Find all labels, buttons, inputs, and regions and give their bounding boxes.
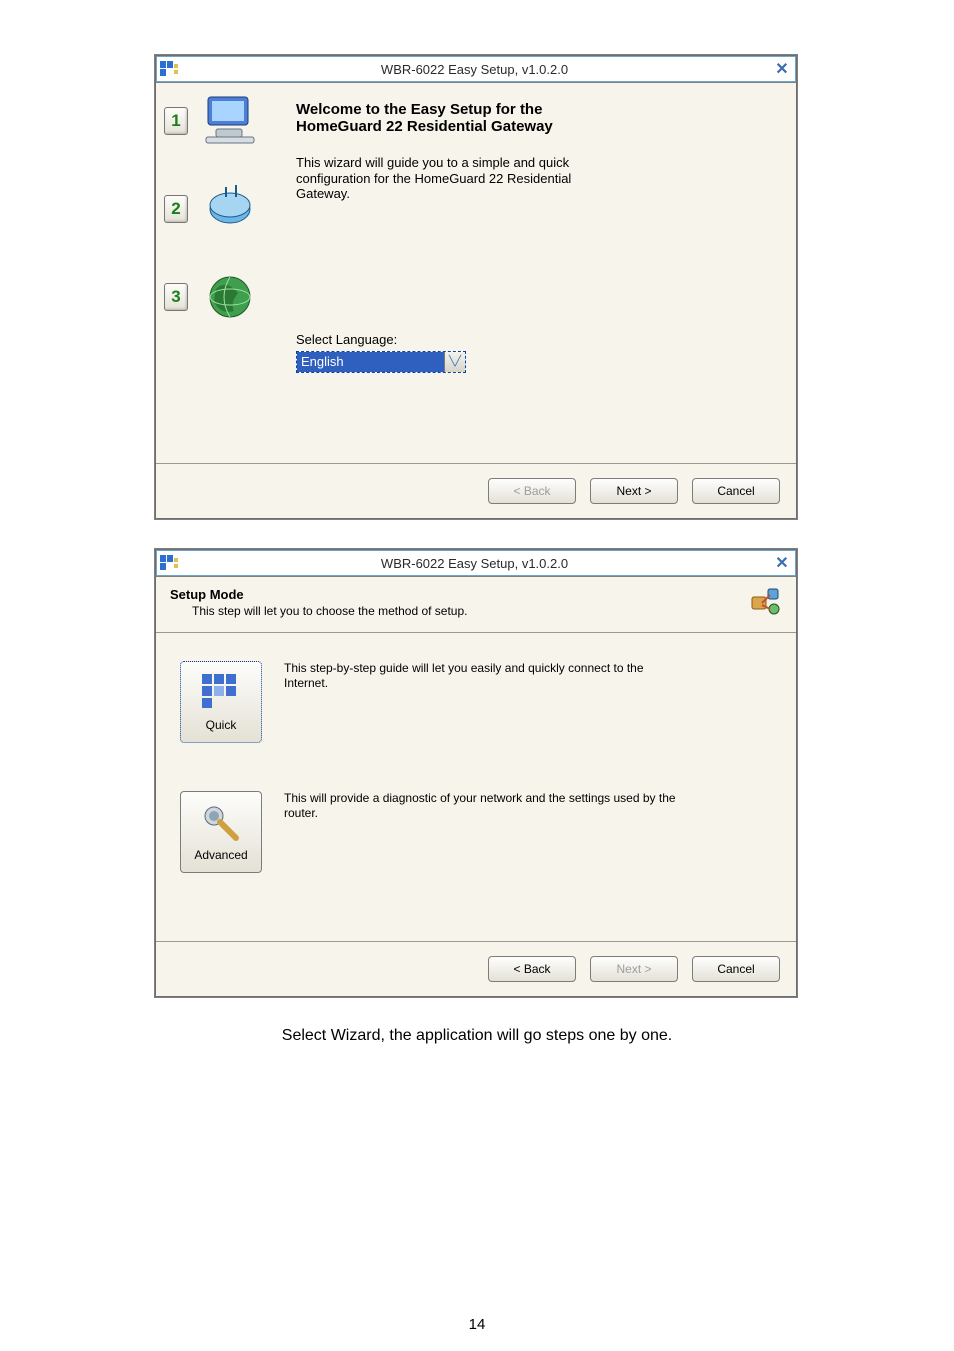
cancel-button[interactable]: Cancel [692,956,780,982]
language-select-value: English [297,352,444,372]
page-subtitle: This step will let you to choose the met… [192,604,748,618]
next-button[interactable]: Next > [590,478,678,504]
globe-icon [202,271,258,323]
close-icon[interactable]: ✕ [771,553,793,573]
titlebar: WBR-6022 Easy Setup, v1.0.2.0 ✕ [156,550,796,577]
quick-mode-description: This step-by-step guide will let you eas… [284,661,776,691]
wizard-steps-panel: 1 2 [156,83,286,463]
router-icon [202,183,258,235]
language-label: Select Language: [296,332,774,347]
advanced-mode-label: Advanced [194,848,247,862]
language-select[interactable]: English ╲╱ [296,351,466,373]
step-number: 1 [164,107,188,135]
step-number: 3 [164,283,188,311]
wizard-header-strip: Setup Mode This step will let you to cho… [156,577,796,633]
next-button: Next > [590,956,678,982]
back-button[interactable]: < Back [488,956,576,982]
figure-caption: Select Wizard, the application will go s… [155,1027,799,1045]
quick-mode-icon [200,672,242,714]
mode-option-advanced: Advanced This will provide a diagnostic … [180,791,776,873]
monitor-icon [202,95,258,147]
dialog-body: 1 2 [156,83,796,463]
wizard-content-panel: Welcome to the Easy Setup for the HomeGu… [286,83,796,463]
welcome-heading: Welcome to the Easy Setup for the HomeGu… [296,101,774,135]
page-title: Setup Mode [170,587,748,602]
easy-setup-dialog-mode: WBR-6022 Easy Setup, v1.0.2.0 ✕ Setup Mo… [155,549,797,997]
step-number: 2 [164,195,188,223]
window-title: WBR-6022 Easy Setup, v1.0.2.0 [178,556,771,571]
wizard-button-bar: < Back Next > Cancel [156,463,796,518]
setup-mode-body: Quick This step-by-step guide will let y… [156,633,796,941]
wizard-step-1: 1 [164,95,278,147]
easy-setup-dialog-welcome: WBR-6022 Easy Setup, v1.0.2.0 ✕ 1 [155,55,797,519]
close-icon[interactable]: ✕ [771,59,793,79]
wizard-button-bar: < Back Next > Cancel [156,941,796,996]
page-number: 14 [0,1316,954,1333]
titlebar: WBR-6022 Easy Setup, v1.0.2.0 ✕ [156,56,796,83]
app-logo-icon [160,555,178,571]
app-logo-icon [160,61,178,77]
network-icon [748,587,782,617]
advanced-mode-description: This will provide a diagnostic of your n… [284,791,776,821]
window-title: WBR-6022 Easy Setup, v1.0.2.0 [178,62,771,77]
cancel-button[interactable]: Cancel [692,478,780,504]
wizard-step-2: 2 [164,183,278,235]
quick-mode-button[interactable]: Quick [180,661,262,743]
mode-option-quick: Quick This step-by-step guide will let y… [180,661,776,743]
advanced-mode-icon [200,802,242,844]
advanced-mode-button[interactable]: Advanced [180,791,262,873]
welcome-description: This wizard will guide you to a simple a… [296,155,774,202]
back-button: < Back [488,478,576,504]
quick-mode-label: Quick [206,718,237,732]
wizard-step-3: 3 [164,271,278,323]
chevron-down-icon[interactable]: ╲╱ [444,352,465,372]
